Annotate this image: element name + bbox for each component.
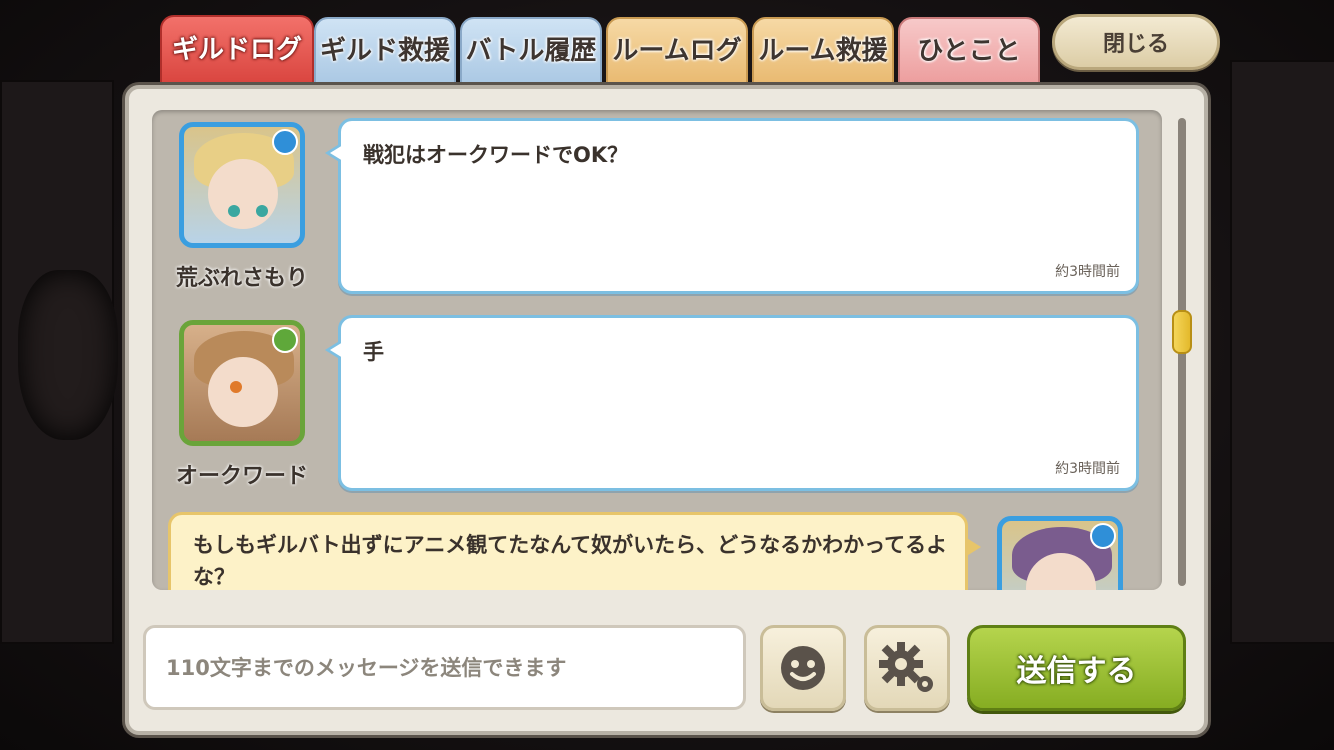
message-bubble: 手 約3時間前 [325, 315, 1139, 491]
settings-button[interactable] [864, 625, 950, 711]
tab-battle-history[interactable]: バトル履歴 [460, 17, 602, 89]
message-time: 約3時間前 [1055, 264, 1120, 280]
tab-room-rescue[interactable]: ルーム救援 [752, 17, 894, 89]
close-button[interactable]: 閉じる [1052, 14, 1220, 70]
tab-label: ギルド救援 [319, 35, 450, 66]
message-time: 約3時間前 [1055, 461, 1120, 477]
gear-icon [879, 642, 933, 692]
water-element-icon [272, 129, 298, 155]
tab-label: ルーム救援 [758, 35, 888, 66]
user-name: 荒ぶれさもり [175, 266, 308, 291]
message-input[interactable] [143, 625, 746, 710]
wind-element-icon [272, 327, 298, 353]
message-text: 手 [363, 340, 384, 364]
tab-label: ギルドログ [171, 34, 302, 65]
avatar[interactable] [179, 320, 305, 446]
avatar-face [208, 159, 278, 229]
message-text: もしもギルバト出ずにアニメ観てたなんて奴がいたら、どうなるかわかってるよな？ [193, 533, 948, 589]
background-pot [18, 270, 118, 440]
tab-label: ひとこと [917, 35, 1021, 66]
avatar-eye [256, 205, 268, 217]
chat-scrollbar-thumb[interactable] [1172, 310, 1192, 354]
message-bubble: 戦犯はオークワードでOK？ 約3時間前 [325, 118, 1139, 294]
emoji-button[interactable] [760, 625, 846, 711]
message-text: 戦犯はオークワードでOK？ [363, 143, 629, 167]
background-shelf-right [1230, 60, 1334, 644]
smiley-icon [781, 646, 825, 690]
avatar-eye [228, 205, 240, 217]
avatar[interactable] [997, 516, 1123, 590]
avatar-face [208, 357, 278, 427]
send-button[interactable]: 送信する [967, 625, 1186, 711]
avatar-eye [230, 381, 242, 393]
own-message-bubble: もしもギルバト出ずにアニメ観てたなんて奴がいたら、どうなるかわかってるよな？ [168, 512, 981, 590]
water-element-icon [1090, 523, 1116, 549]
tab-guild-rescue[interactable]: ギルド救援 [314, 17, 456, 89]
tab-hitokoto[interactable]: ひとこと [898, 17, 1040, 89]
tab-label: バトル履歴 [465, 35, 597, 66]
avatar[interactable] [179, 122, 305, 248]
bubble-tail [965, 537, 981, 557]
tab-room-log[interactable]: ルームログ [606, 17, 748, 89]
tab-label: ルームログ [612, 35, 742, 66]
tab-guild-log[interactable]: ギルドログ [160, 15, 314, 99]
chat-log[interactable]: 荒ぶれさもり 戦犯はオークワードでOK？ 約3時間前 オークワード 手 約3時間… [152, 110, 1162, 590]
bubble-tail-inner [330, 342, 343, 358]
user-name: オークワード [175, 464, 308, 489]
bubble-tail-inner [330, 145, 343, 161]
send-button-label: 送信する [1016, 654, 1137, 689]
close-button-label: 閉じる [1102, 32, 1169, 57]
